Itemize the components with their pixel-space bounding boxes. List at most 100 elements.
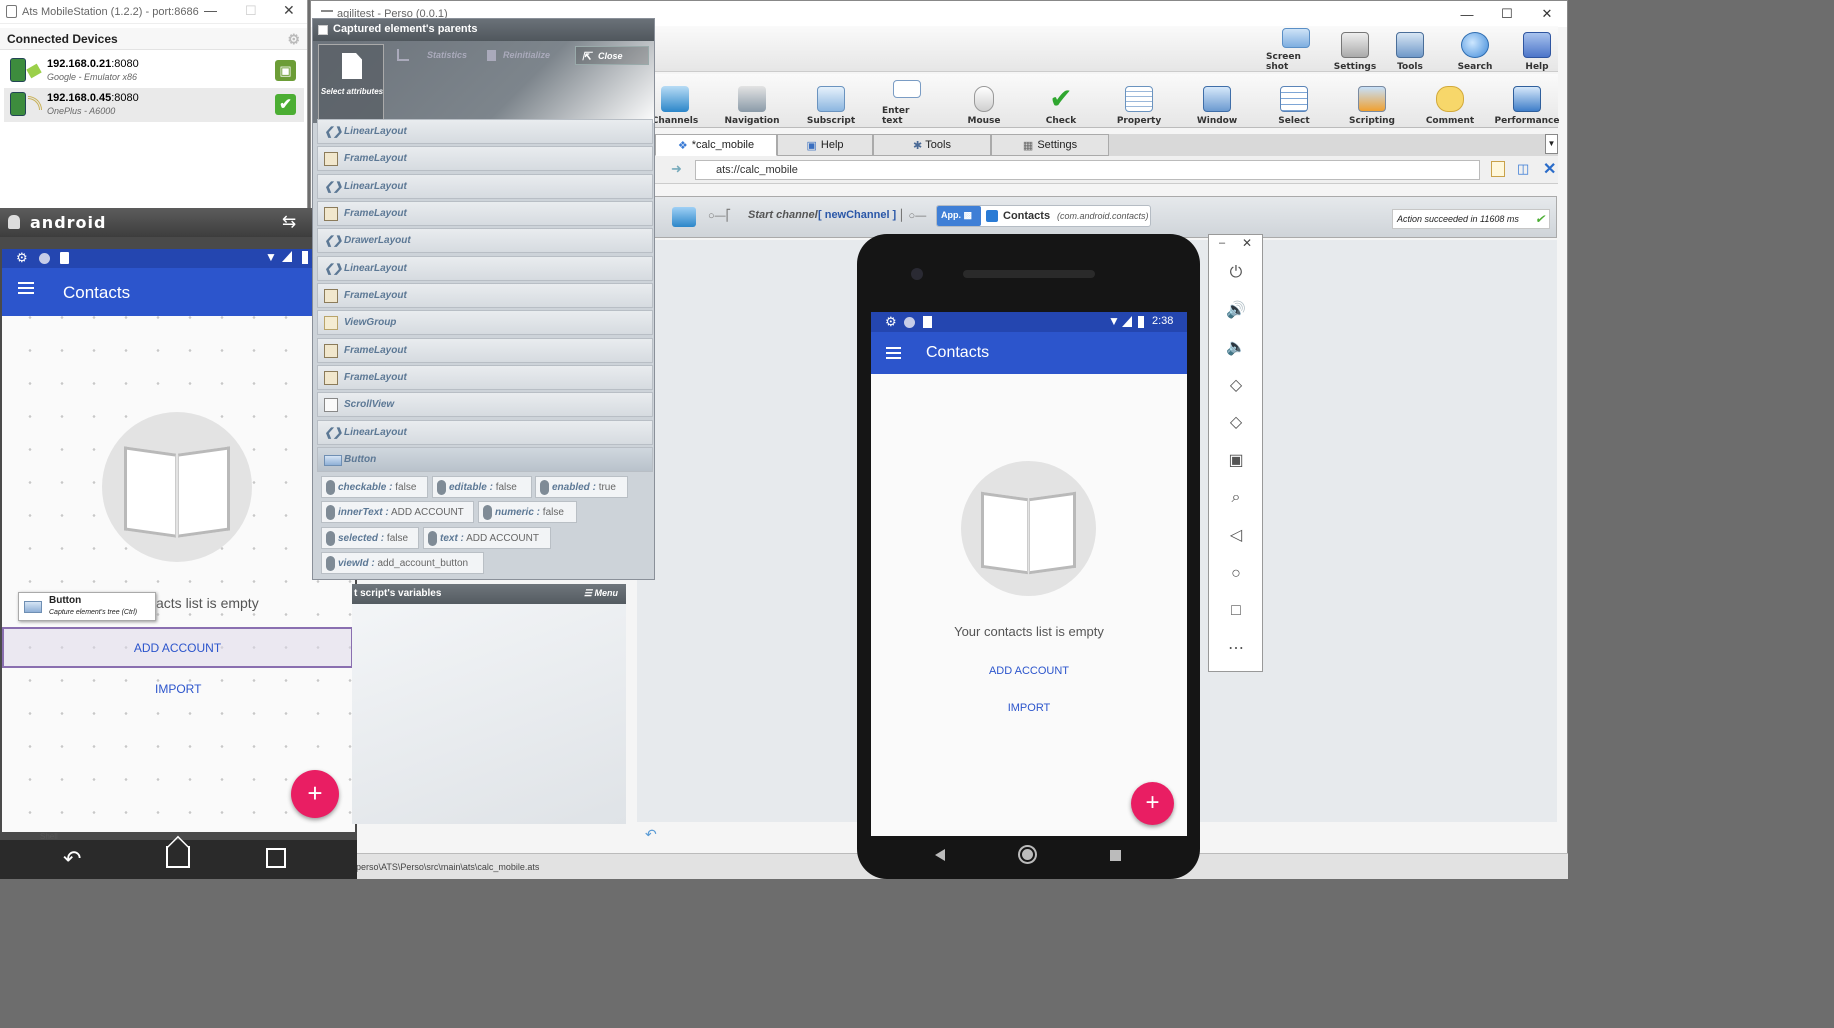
tabs-dropdown-button[interactable]: ▼ <box>1545 134 1558 154</box>
parent-item[interactable]: ScrollView <box>317 392 653 417</box>
parent-item[interactable]: FrameLayout <box>317 365 653 390</box>
toolbar-check-button[interactable]: ✔ Check <box>1038 80 1084 127</box>
toolbar-screenshot-button[interactable]: Screen shot <box>1266 28 1326 72</box>
device-import-button[interactable]: IMPORT <box>871 702 1187 714</box>
panel-minimize-button[interactable]: – <box>1219 237 1225 249</box>
undo-icon[interactable]: ↶ <box>645 826 657 843</box>
parent-item[interactable]: FrameLayout <box>317 338 653 363</box>
attribute-chip[interactable]: viewId : add_account_button <box>321 552 484 574</box>
attribute-chip[interactable]: enabled : true <box>535 476 628 498</box>
volume-up-icon[interactable]: 🔊 <box>1225 300 1247 322</box>
attribute-value: ADD ACCOUNT <box>390 507 464 518</box>
toolbar-help-button[interactable]: Help <box>1514 28 1560 72</box>
zoom-icon[interactable]: ⌕ <box>1225 487 1247 509</box>
run-arrow-icon[interactable]: ➜ <box>671 161 682 177</box>
hamburger-menu-icon[interactable] <box>18 282 34 294</box>
document-icon[interactable] <box>1491 161 1505 177</box>
home-icon[interactable]: ○ <box>1225 563 1247 585</box>
parent-item[interactable]: ❮❯ LinearLayout <box>317 420 653 445</box>
toolbar-channels-button[interactable]: Channels <box>652 80 698 126</box>
lock-icon[interactable]: ▣ <box>275 60 296 81</box>
parent-item[interactable]: FrameLayout <box>317 201 653 226</box>
ms-close-button[interactable]: ✕ <box>283 2 295 19</box>
overview-icon[interactable]: □ <box>1225 600 1247 622</box>
toolbar-search-button[interactable]: Search <box>1450 28 1500 72</box>
parent-item[interactable]: ❮❯ DrawerLayout <box>317 228 653 253</box>
select-attributes-button[interactable]: Select attributes <box>318 44 384 122</box>
toolbar-window-button[interactable]: Window <box>1193 80 1241 126</box>
toolbar-label: Help <box>1525 62 1549 72</box>
device-row[interactable]: 192.168.0.45:8080 OnePlus - A6000 ✔ <box>4 88 304 122</box>
home-nav-icon[interactable] <box>166 835 190 868</box>
device-add-account-button[interactable]: ADD ACCOUNT <box>871 665 1187 677</box>
back-nav-icon[interactable]: ↶ <box>63 846 81 872</box>
device-add-fab[interactable]: + <box>1131 782 1174 825</box>
close-panel-button[interactable]: ⇱ Close <box>575 46 649 65</box>
toolbar-scripting-button[interactable]: Scripting <box>1346 80 1398 126</box>
home-nav-icon[interactable] <box>1020 847 1035 862</box>
attribute-chip[interactable]: selected : false <box>321 527 419 549</box>
toolbar-subscript-button[interactable]: Subscript <box>806 80 856 126</box>
parent-item-selected[interactable]: Button <box>317 447 653 472</box>
toolbar-mouse-button[interactable]: Mouse <box>960 80 1008 126</box>
url-input[interactable]: ats://calc_mobile <box>695 160 1480 180</box>
emulator-import-button[interactable]: IMPORT <box>155 682 201 696</box>
attribute-chip[interactable]: numeric : false <box>478 501 577 523</box>
maximize-button[interactable]: ☐ <box>1487 1 1527 27</box>
parent-item[interactable]: ❮❯ LinearLayout <box>317 256 653 281</box>
tab-help[interactable]: ▣ Help <box>777 134 873 156</box>
script-close-icon[interactable]: ◫ <box>1517 161 1529 177</box>
gear-icon[interactable]: ⚙ <box>287 31 300 48</box>
rotate-right-icon[interactable]: ◇ <box>1225 412 1247 434</box>
toolbar-settings-button[interactable]: Settings <box>1330 28 1380 72</box>
statistics-button[interactable]: Statistics <box>391 46 475 65</box>
attribute-chip[interactable]: innerText : ADD ACCOUNT <box>321 501 474 523</box>
attribute-chip[interactable]: editable : false <box>432 476 532 498</box>
refresh-icon[interactable]: ⇆ <box>282 212 296 232</box>
tab-settings[interactable]: ▦ Settings <box>991 134 1109 156</box>
back-nav-icon[interactable] <box>935 849 945 861</box>
more-options-icon[interactable]: ⋯ <box>1225 638 1247 660</box>
app-chip[interactable]: App. ▩ Contacts (com.android.contacts) <box>936 205 1151 227</box>
attribute-value: false <box>386 533 409 544</box>
toolbar-comment-button[interactable]: Comment <box>1424 80 1476 126</box>
toolbar-tools-button[interactable]: Tools <box>1386 28 1434 72</box>
attribute-chip[interactable]: checkable : false <box>321 476 428 498</box>
success-check-icon: ✔ <box>1534 212 1545 226</box>
close-window-button[interactable]: ✕ <box>1527 1 1567 27</box>
reinitialize-button[interactable]: Reinitialize <box>481 46 569 65</box>
toolbar-property-button[interactable]: Property <box>1114 80 1164 126</box>
ms-maximize-button[interactable]: ☐ <box>245 3 257 19</box>
add-account-button-highlight[interactable]: ADD ACCOUNT <box>2 627 353 668</box>
camera-icon[interactable]: ▣ <box>1225 450 1247 472</box>
toolbar-select-button[interactable]: Select <box>1272 80 1316 126</box>
agilitest-logo-icon <box>321 10 333 18</box>
recents-nav-icon[interactable] <box>1110 850 1121 861</box>
minimize-button[interactable]: — <box>1447 1 1487 27</box>
power-icon[interactable]: ⏻ <box>1225 262 1247 284</box>
toolbar-enter-text-button[interactable]: Enter text <box>882 80 932 126</box>
parent-item[interactable]: FrameLayout <box>317 146 653 171</box>
hamburger-menu-icon[interactable] <box>886 347 901 359</box>
check-icon[interactable]: ✔ <box>275 94 296 115</box>
close-icon[interactable]: ✕ <box>1543 159 1556 179</box>
recents-nav-icon[interactable] <box>266 848 286 868</box>
toolbar-performance-button[interactable]: Performance <box>1495 80 1560 126</box>
ms-minimize-button[interactable]: — <box>204 3 217 18</box>
parent-item[interactable]: ❮❯ LinearLayout <box>317 119 653 144</box>
volume-down-icon[interactable]: 🔈 <box>1225 337 1247 359</box>
panel-close-button[interactable]: ✕ <box>1242 236 1252 250</box>
channel-name[interactable]: [ newChannel ] <box>818 209 896 221</box>
parent-item[interactable]: ViewGroup <box>317 310 653 335</box>
parent-item[interactable]: FrameLayout <box>317 283 653 308</box>
device-row[interactable]: 192.168.0.21:8080 Google - Emulator x86 … <box>4 54 304 88</box>
variables-menu-button[interactable]: ☰ Menu <box>584 588 618 599</box>
tab-tools[interactable]: ✱ Tools <box>873 134 991 156</box>
back-icon[interactable]: ◁ <box>1225 525 1247 547</box>
tab-calc-mobile[interactable]: ❖ *calc_mobile <box>655 134 777 156</box>
toolbar-navigation-button[interactable]: Navigation <box>724 80 780 126</box>
emulator-add-fab[interactable]: + <box>291 770 339 818</box>
attribute-chip[interactable]: text : ADD ACCOUNT <box>423 527 551 549</box>
parent-item[interactable]: ❮❯ LinearLayout <box>317 174 653 199</box>
rotate-left-icon[interactable]: ◇ <box>1225 375 1247 397</box>
